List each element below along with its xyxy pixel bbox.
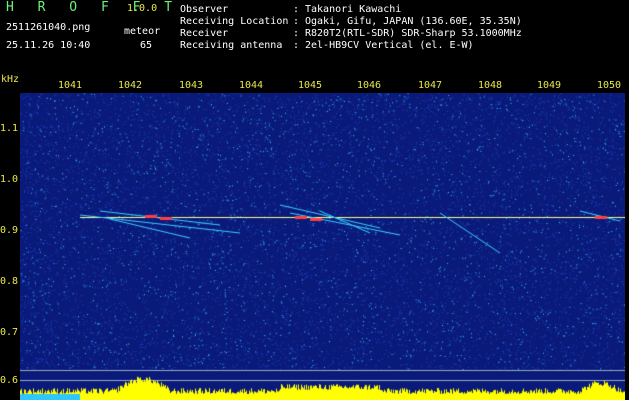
x-tick-label: 1049	[537, 80, 562, 91]
x-tick-label: 1047	[418, 80, 443, 91]
x-tick-label: 1041	[58, 80, 83, 91]
x-tick-label: 1044	[239, 80, 264, 91]
info-separator: :	[293, 16, 300, 27]
info-row-location: Receiving Location: Ogaki, Gifu, JAPAN (1…	[180, 16, 522, 28]
info-value: Ogaki, Gifu, JAPAN (136.60E, 35.35N)	[305, 16, 522, 27]
spectrogram-canvas	[20, 93, 625, 400]
x-tick-label: 1045	[298, 80, 323, 91]
info-key: Receiving antenna	[180, 40, 283, 51]
observation-datetime: 25.11.26 10:40	[6, 40, 91, 51]
info-value: Takanori Kawachi	[305, 4, 402, 15]
y-tick-label: 0.7	[0, 327, 19, 338]
image-filename: 2511261040.png	[6, 22, 91, 33]
meteor-label: meteor	[124, 26, 161, 37]
info-row-antenna: Receiving antenna:2el-HB9CV Vertical (el…	[180, 40, 522, 52]
y-tick-label: 0.6	[0, 375, 19, 386]
header-panel: H R O F F T 1.0.0 2511261040.png meteor …	[0, 0, 629, 76]
info-key: Observer	[180, 4, 229, 15]
info-row-observer: Observer: Takanori Kawachi	[180, 4, 522, 16]
x-tick-label: 1050	[597, 80, 622, 91]
info-separator: :	[293, 4, 300, 15]
y-tick-label: 0.8	[0, 276, 19, 287]
spectrogram-panel	[20, 93, 625, 400]
y-axis-unit: kHz	[1, 74, 20, 85]
x-tick-label: 1042	[118, 80, 143, 91]
meteor-count: 65	[140, 40, 153, 51]
x-tick-label: 1043	[179, 80, 204, 91]
y-tick-label: 0.9	[0, 225, 19, 236]
y-tick-label: 1.1	[0, 123, 19, 134]
info-key: Receiver	[180, 28, 229, 39]
info-row-receiver: Receiver: R820T2(RTL-SDR) SDR-Sharp 53.10…	[180, 28, 522, 40]
info-separator: :	[293, 40, 300, 51]
info-key: Receiving Location	[180, 16, 289, 27]
x-tick-label: 1046	[357, 80, 382, 91]
x-tick-label: 1048	[478, 80, 503, 91]
info-value: R820T2(RTL-SDR) SDR-Sharp 53.1000MHz	[305, 28, 522, 39]
app-version: 1.0.0	[127, 3, 158, 14]
station-info: Observer: Takanori Kawachi Receiving Loca…	[180, 4, 522, 52]
info-value: 2el-HB9CV Vertical (el. E-W)	[305, 40, 474, 51]
y-tick-label: 1.0	[0, 174, 19, 185]
info-separator: :	[293, 28, 300, 39]
